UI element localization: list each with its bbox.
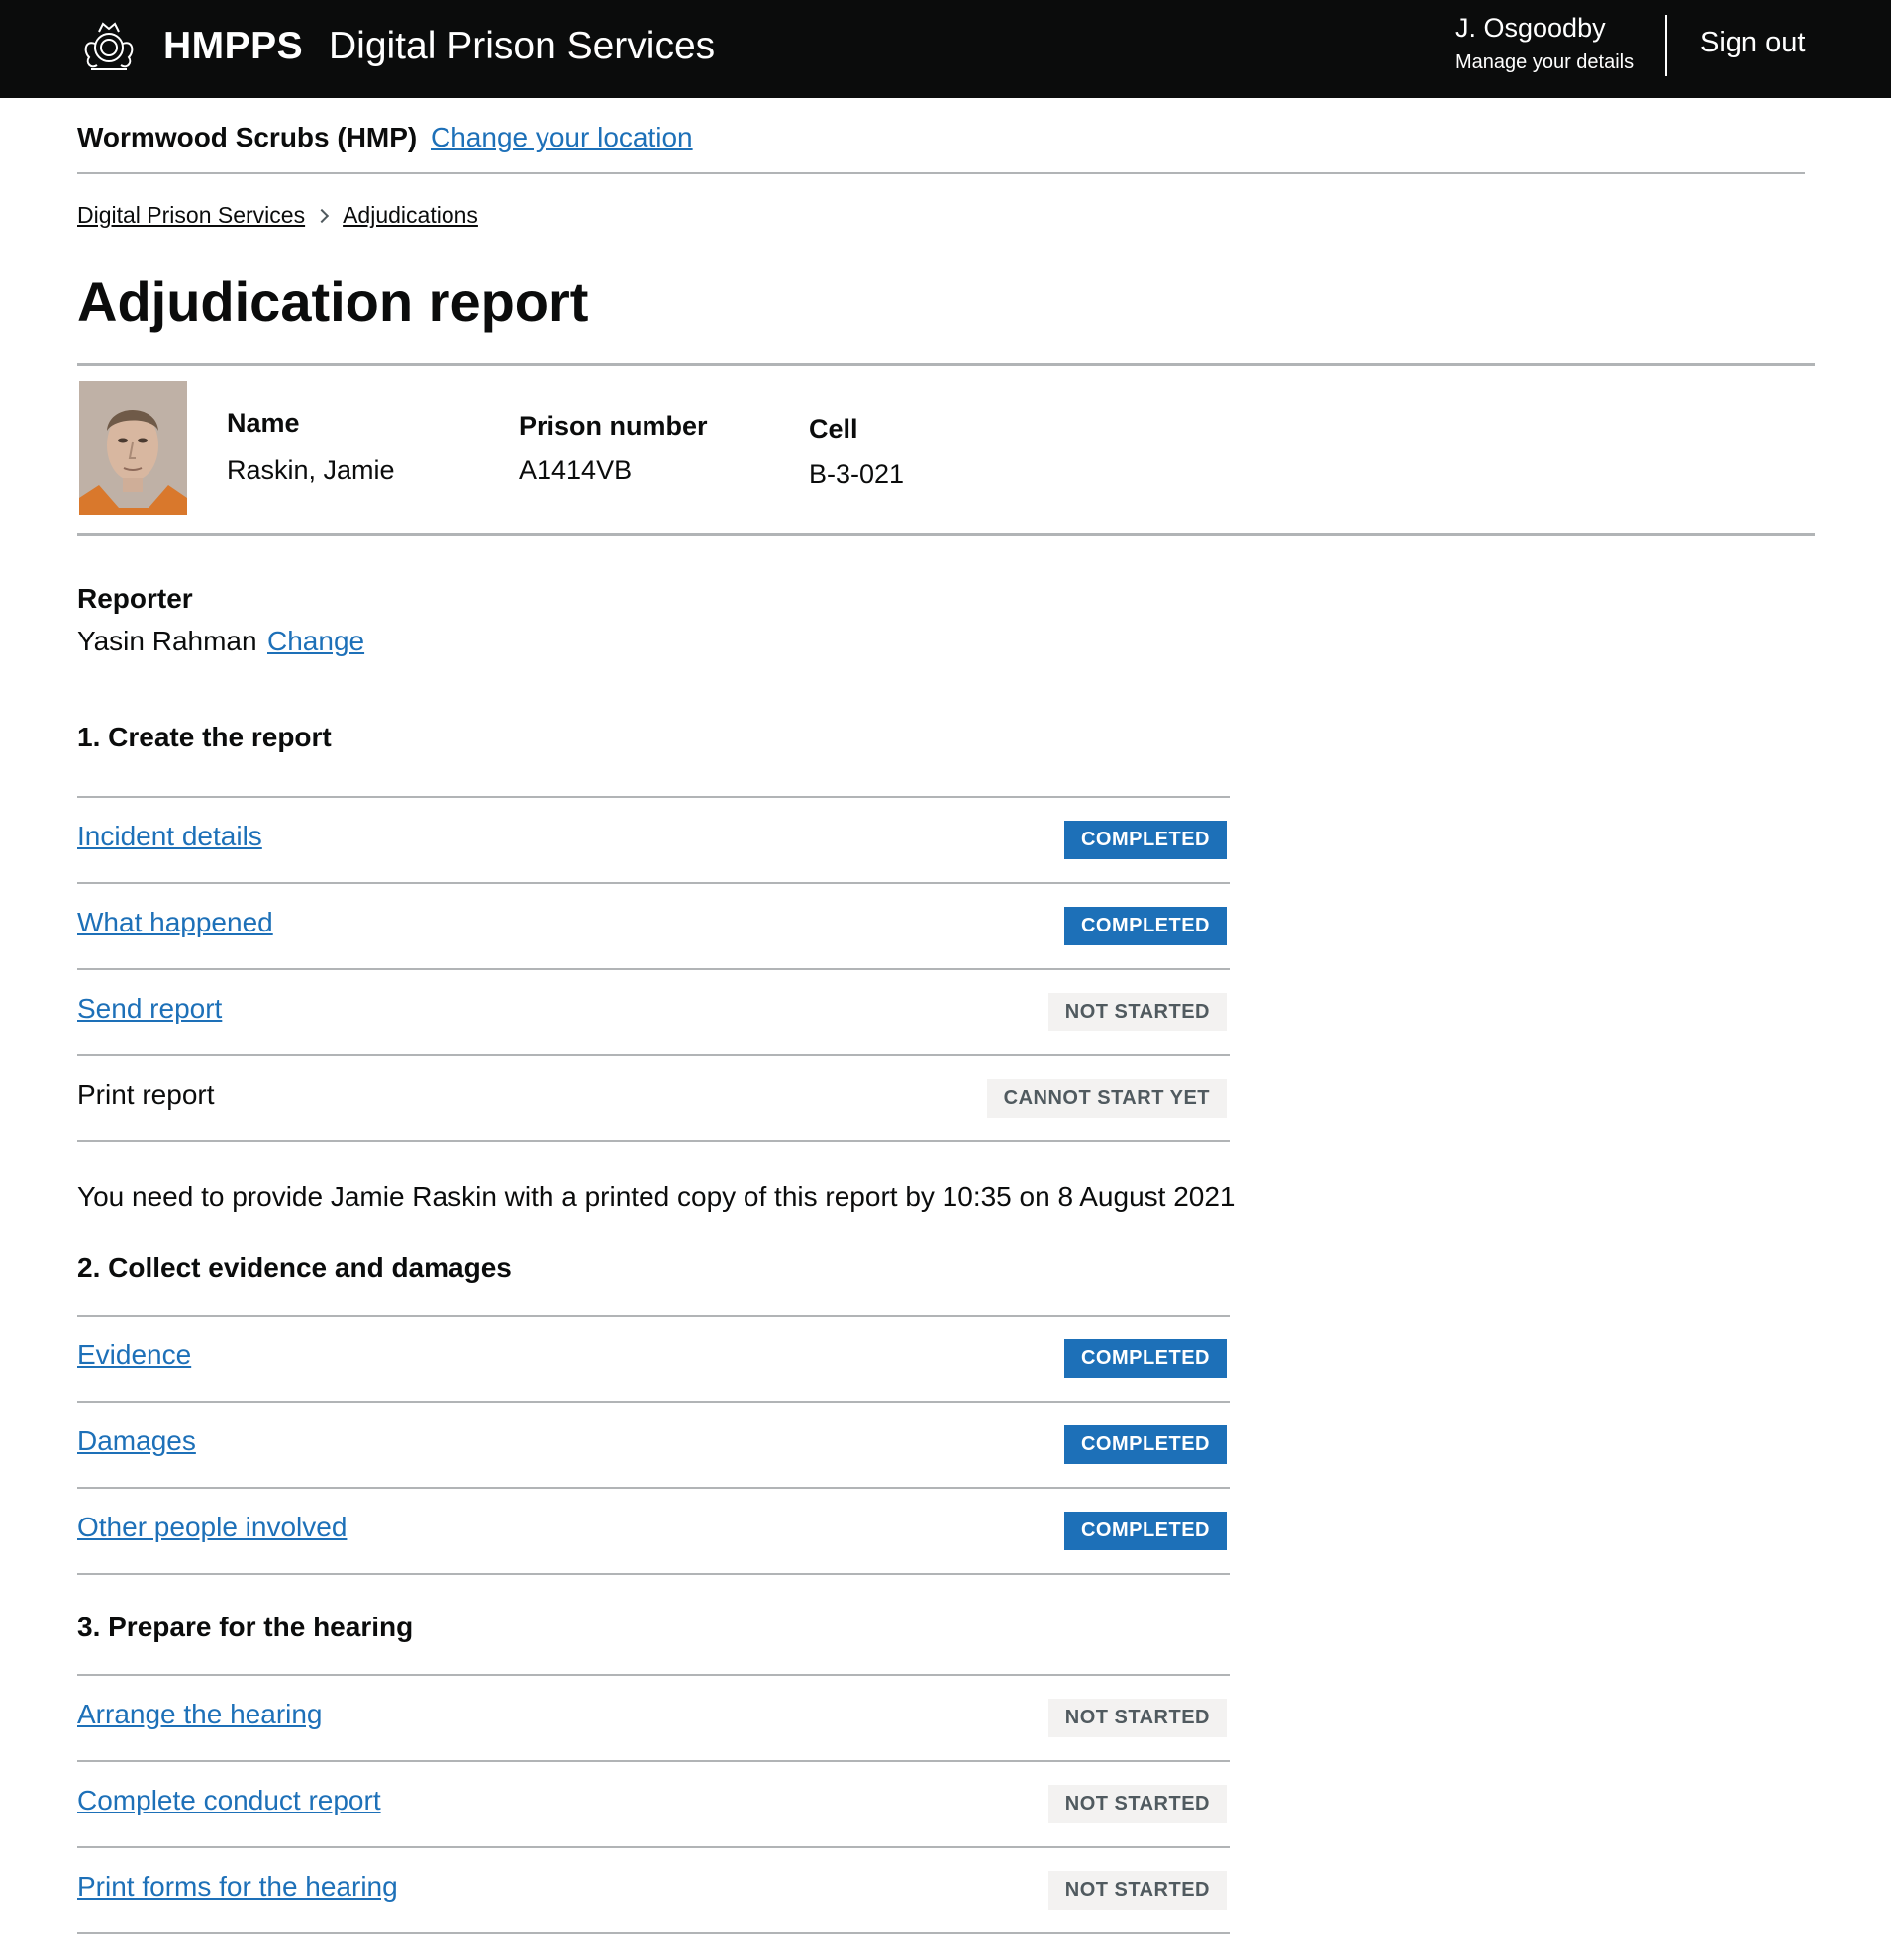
status-badge: NOT STARTED — [1047, 993, 1227, 1031]
task-link-print-forms[interactable]: Print forms for the hearing — [77, 1871, 398, 1903]
task-print-report: Print report — [77, 1079, 215, 1110]
status-badge: COMPLETED — [1063, 821, 1227, 859]
task-list-evidence: Evidence COMPLETED Damages COMPLETED Oth… — [77, 1315, 1230, 1575]
current-location: Wormwood Scrubs (HMP) — [77, 122, 418, 152]
task-row: Other people involved COMPLETED — [77, 1489, 1230, 1575]
task-link-what-happened[interactable]: What happened — [77, 907, 273, 938]
header-divider — [1665, 15, 1667, 76]
task-link-other-people-involved[interactable]: Other people involved — [77, 1512, 347, 1543]
task-row: Print report CANNOT START YET — [77, 1056, 1230, 1142]
prison-number: A1414VB — [519, 455, 633, 485]
section-heading-evidence: 2. Collect evidence and damages — [77, 1252, 512, 1283]
royal-crest-icon — [84, 22, 134, 70]
banner-top-divider — [77, 363, 1815, 366]
task-row: Send report NOT STARTED — [77, 970, 1230, 1056]
user-name: J. Osgoodby — [1455, 13, 1606, 43]
banner-bottom-divider — [77, 533, 1815, 536]
task-link-send-report[interactable]: Send report — [77, 993, 222, 1025]
status-badge: COMPLETED — [1063, 1339, 1227, 1378]
breadcrumb: Digital Prison Services Adjudications — [77, 202, 478, 229]
section-heading-hearing: 3. Prepare for the hearing — [77, 1612, 414, 1642]
task-list-create-report: Incident details COMPLETED What happened… — [77, 796, 1230, 1142]
status-badge: NOT STARTED — [1047, 1871, 1227, 1910]
location-divider — [77, 172, 1805, 174]
task-link-damages[interactable]: Damages — [77, 1425, 196, 1457]
cell-number: B-3-021 — [809, 459, 905, 489]
task-link-arrange-hearing[interactable]: Arrange the hearing — [77, 1699, 323, 1730]
task-link-evidence[interactable]: Evidence — [77, 1339, 191, 1371]
cell-label: Cell — [809, 414, 858, 443]
prisoner-name: Raskin, Jamie — [227, 455, 395, 485]
service-name[interactable]: Digital Prison Services — [329, 25, 715, 68]
status-badge: COMPLETED — [1063, 1512, 1227, 1550]
site-header: HMPPS Digital Prison Services J. Osgoodb… — [0, 0, 1891, 98]
prison-number-label: Prison number — [519, 411, 708, 441]
status-badge: CANNOT START YET — [986, 1079, 1227, 1118]
reporter-label: Reporter — [77, 583, 193, 614]
task-row: Complete conduct report NOT STARTED — [77, 1762, 1230, 1848]
task-link-complete-conduct-report[interactable]: Complete conduct report — [77, 1785, 381, 1816]
page-title: Adjudication report — [77, 270, 589, 333]
print-deadline-note: You need to provide Jamie Raskin with a … — [77, 1181, 1236, 1212]
breadcrumb-adjudications[interactable]: Adjudications — [343, 202, 478, 229]
task-row: Arrange the hearing NOT STARTED — [77, 1676, 1230, 1762]
status-badge: COMPLETED — [1063, 1425, 1227, 1464]
status-badge: NOT STARTED — [1047, 1785, 1227, 1823]
chevron-right-icon — [315, 208, 330, 223]
sign-out-link[interactable]: Sign out — [1700, 27, 1805, 59]
breadcrumb-digital-prison-services[interactable]: Digital Prison Services — [77, 202, 305, 229]
change-reporter-link[interactable]: Change — [267, 626, 364, 657]
task-row: Incident details COMPLETED — [77, 798, 1230, 884]
task-row: Print forms for the hearing NOT STARTED — [77, 1848, 1230, 1934]
name-label: Name — [227, 408, 300, 438]
hmpps-logo-text[interactable]: HMPPS — [163, 25, 303, 68]
section-heading-create-report: 1. Create the report — [77, 722, 332, 752]
change-location-link[interactable]: Change your location — [431, 122, 693, 153]
task-row: Damages COMPLETED — [77, 1403, 1230, 1489]
manage-details-link[interactable]: Manage your details — [1455, 51, 1634, 74]
task-row: Evidence COMPLETED — [77, 1317, 1230, 1403]
status-badge: COMPLETED — [1063, 907, 1227, 945]
status-badge: NOT STARTED — [1047, 1699, 1227, 1737]
task-list-hearing: Arrange the hearing NOT STARTED Complete… — [77, 1674, 1230, 1934]
task-link-incident-details[interactable]: Incident details — [77, 821, 262, 852]
prisoner-photo — [79, 381, 187, 515]
task-row: What happened COMPLETED — [77, 884, 1230, 970]
reporter-name: Yasin Rahman — [77, 626, 257, 656]
